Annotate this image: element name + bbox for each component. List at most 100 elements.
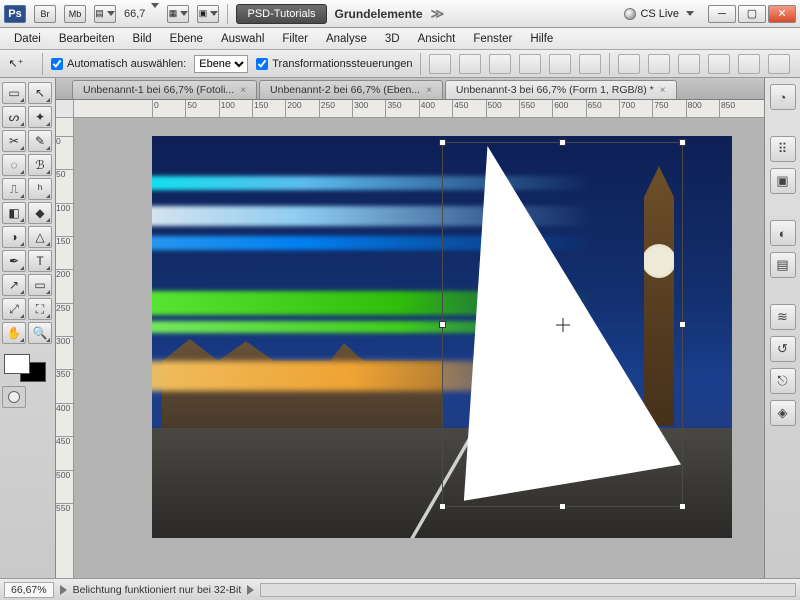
close-tab-icon[interactable]: × <box>660 85 666 96</box>
tool-pen[interactable]: ✒ <box>2 250 26 272</box>
align-left-button[interactable] <box>519 54 541 74</box>
menu-ebene[interactable]: Ebene <box>162 31 211 47</box>
tool-eraser[interactable]: ◧ <box>2 202 26 224</box>
paths-panel-icon[interactable]: ⎋ <box>770 368 796 394</box>
transform-handle-n[interactable] <box>559 139 566 146</box>
layers-panel-icon[interactable]: ▤ <box>770 252 796 278</box>
distribute-top-button[interactable] <box>618 54 640 74</box>
tool-brush[interactable]: ℬ <box>28 154 52 176</box>
transform-handle-nw[interactable] <box>439 139 446 146</box>
auto-select-check[interactable] <box>51 58 63 70</box>
tool-3d-camera[interactable]: ⛶ <box>28 298 52 320</box>
tool-rectangular-marquee[interactable]: ▭ <box>2 82 26 104</box>
close-tab-icon[interactable]: × <box>426 85 432 96</box>
menu-datei[interactable]: Datei <box>6 31 49 47</box>
tool-lasso[interactable]: ᔕ <box>2 106 26 128</box>
foreground-color-swatch[interactable] <box>4 354 30 374</box>
transform-handle-ne[interactable] <box>679 139 686 146</box>
transform-center-point[interactable] <box>556 318 570 332</box>
active-tool-icon[interactable]: ↖⁺ <box>6 54 26 74</box>
transform-handle-e[interactable] <box>679 321 686 328</box>
cs-live-button[interactable]: CS Live <box>624 8 694 20</box>
distribute-hcenter-button[interactable] <box>738 54 760 74</box>
transform-handle-se[interactable] <box>679 503 686 510</box>
transform-handle-s[interactable] <box>559 503 566 510</box>
color-panel-icon[interactable]: ◔ <box>770 84 796 110</box>
history-panel-icon[interactable]: ↺ <box>770 336 796 362</box>
window-close-button[interactable]: ✕ <box>768 5 796 23</box>
canvas-stage[interactable] <box>74 118 764 578</box>
tool-clone-stamp[interactable]: ⎍ <box>2 178 26 200</box>
menu-fenster[interactable]: Fenster <box>465 31 520 47</box>
menu-filter[interactable]: Filter <box>274 31 316 47</box>
document-tab[interactable]: Unbenannt-3 bei 66,7% (Form 1, RGB/8) *× <box>445 80 677 99</box>
status-arrow-icon[interactable] <box>247 585 254 595</box>
vertical-ruler[interactable]: 050100150200250300350400450500550 <box>56 118 74 578</box>
auto-select-checkbox[interactable]: Automatisch auswählen: <box>51 58 186 70</box>
tool-history-brush[interactable]: ʰ <box>28 178 52 200</box>
tool-eyedropper[interactable]: ✎ <box>28 130 52 152</box>
tool-dodge[interactable]: ◑ <box>2 226 26 248</box>
arrange-documents-button[interactable]: ▦ <box>167 5 189 23</box>
channels-panel-icon[interactable]: ≋ <box>770 304 796 330</box>
masks-panel-icon[interactable]: ◐ <box>770 220 796 246</box>
menu-bild[interactable]: Bild <box>124 31 159 47</box>
transform-handle-sw[interactable] <box>439 503 446 510</box>
transform-controls-check[interactable] <box>256 58 268 70</box>
tool-crop[interactable]: ✂ <box>2 130 26 152</box>
view-extras-button[interactable]: ▤ <box>94 5 116 23</box>
color-swatches[interactable] <box>2 352 48 384</box>
tool-hand[interactable]: ✋ <box>2 322 26 344</box>
adjustments-panel-icon[interactable]: ▣ <box>770 168 796 194</box>
window-minimize-button[interactable]: ─ <box>708 5 736 23</box>
ruler-corner[interactable] <box>56 100 74 118</box>
align-bottom-button[interactable] <box>489 54 511 74</box>
styles-panel-icon[interactable]: ◈ <box>770 400 796 426</box>
tool-zoom[interactable]: 🔍 <box>28 322 52 344</box>
window-maximize-button[interactable]: ▢ <box>738 5 766 23</box>
align-right-button[interactable] <box>579 54 601 74</box>
transform-handle-w[interactable] <box>439 321 446 328</box>
status-zoom[interactable]: 66,67% <box>4 582 54 598</box>
align-hcenter-button[interactable] <box>549 54 571 74</box>
menu-bearbeiten[interactable]: Bearbeiten <box>51 31 123 47</box>
tool-paint-bucket[interactable]: ◆ <box>28 202 52 224</box>
auto-select-target-dropdown[interactable]: Ebene <box>194 55 248 73</box>
tool-blur[interactable]: △ <box>28 226 52 248</box>
status-scroll-track[interactable] <box>260 583 796 597</box>
swatches-panel-icon[interactable]: ⠿ <box>770 136 796 162</box>
minibridge-button[interactable]: Mb <box>64 5 86 23</box>
tool-type[interactable]: T <box>28 250 52 272</box>
menu-ansicht[interactable]: Ansicht <box>410 31 464 47</box>
document-tab[interactable]: Unbenannt-1 bei 66,7% (Fotoli...× <box>72 80 257 99</box>
workspace-overflow-button[interactable]: ≫ <box>431 6 442 22</box>
close-tab-icon[interactable]: × <box>240 85 246 96</box>
tool-spot-heal[interactable]: ◌ <box>2 154 26 176</box>
distribute-left-button[interactable] <box>708 54 730 74</box>
align-vcenter-button[interactable] <box>459 54 481 74</box>
workspace-tab-grundelemente[interactable]: Grundelemente <box>335 7 423 21</box>
workspace-tab-psdtutorials[interactable]: PSD-Tutorials <box>236 4 326 24</box>
tool-rectangle-shape[interactable]: ▭ <box>28 274 52 296</box>
transform-controls-checkbox[interactable]: Transformationssteuerungen <box>256 58 412 70</box>
menu-analyse[interactable]: Analyse <box>318 31 375 47</box>
document-tab[interactable]: Unbenannt-2 bei 66,7% (Eben...× <box>259 80 443 99</box>
transform-bounding-box[interactable] <box>442 142 683 507</box>
tool-magic-wand[interactable]: ✦ <box>28 106 52 128</box>
tool-move[interactable]: ↖ <box>28 82 52 104</box>
menu-auswahl[interactable]: Auswahl <box>213 31 272 47</box>
tool-3d-rotate[interactable]: ⤢ <box>2 298 26 320</box>
distribute-vcenter-button[interactable] <box>648 54 670 74</box>
align-top-button[interactable] <box>429 54 451 74</box>
distribute-right-button[interactable] <box>768 54 790 74</box>
menu-hilfe[interactable]: Hilfe <box>522 31 561 47</box>
tool-path-select[interactable]: ↗ <box>2 274 26 296</box>
zoom-readout[interactable]: 66,7 <box>124 8 159 20</box>
bridge-button[interactable]: Br <box>34 5 56 23</box>
distribute-bottom-button[interactable] <box>678 54 700 74</box>
menu-3d[interactable]: 3D <box>377 31 408 47</box>
status-arrow-icon[interactable] <box>60 585 67 595</box>
horizontal-ruler[interactable]: 0501001502002503003504004505005506006507… <box>74 100 764 118</box>
screen-mode-button[interactable]: ▣ <box>197 5 219 23</box>
quick-mask-toggle[interactable] <box>2 386 26 408</box>
